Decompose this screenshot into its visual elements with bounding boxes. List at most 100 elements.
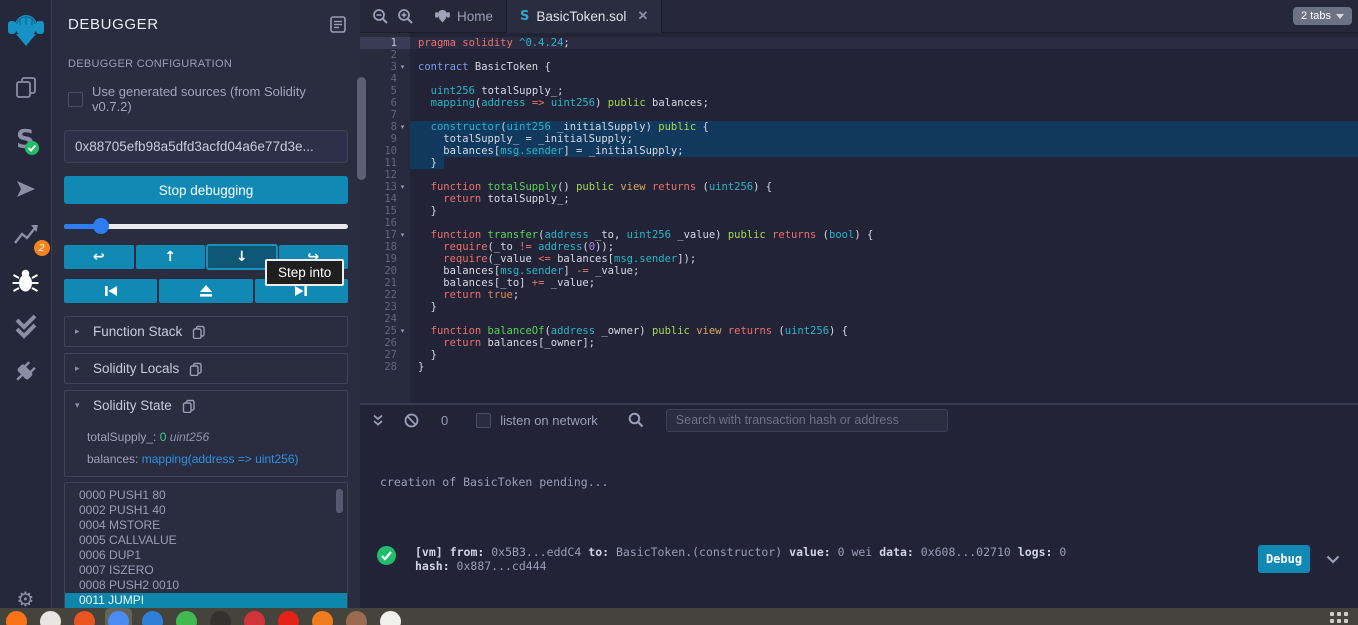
code-line[interactable]: balances[msg.sender] = _initialSupply; bbox=[410, 145, 1358, 157]
gutter-line-number[interactable]: 25▾ bbox=[360, 325, 410, 337]
gutter-line-number[interactable]: 10 bbox=[360, 145, 410, 157]
code-line[interactable] bbox=[410, 73, 1358, 85]
browser2-icon[interactable] bbox=[312, 611, 333, 625]
opcode-row[interactable]: 0002 PUSH1 40 bbox=[65, 503, 347, 518]
gutter-line-number[interactable]: 8▾ bbox=[360, 121, 410, 133]
fold-arrow-icon[interactable]: ▾ bbox=[397, 231, 408, 239]
code-line[interactable]: constructor(uint256 _initialSupply) publ… bbox=[410, 121, 1358, 133]
gutter-line-number[interactable]: 22 bbox=[360, 289, 410, 301]
function-stack-header[interactable]: ▸ Function Stack bbox=[65, 317, 347, 346]
gutter-line-number[interactable]: 21 bbox=[360, 277, 410, 289]
sidebar-item-plugin-manager[interactable] bbox=[6, 356, 46, 388]
fold-arrow-icon[interactable]: ▾ bbox=[397, 183, 408, 191]
code-line[interactable]: balances[msg.sender] -= _value; bbox=[410, 265, 1358, 277]
code-line[interactable]: return totalSupply_; bbox=[410, 193, 1358, 205]
code-line[interactable] bbox=[410, 313, 1358, 325]
opcode-row[interactable]: 0005 CALLVALUE bbox=[65, 533, 347, 548]
use-generated-sources-checkbox[interactable] bbox=[68, 92, 83, 107]
tab-basictoken-sol[interactable]: S BasicToken.sol ✕ bbox=[506, 0, 662, 33]
code-line[interactable]: } bbox=[410, 205, 1358, 217]
opcode-row[interactable]: 0011 JUMPI bbox=[65, 593, 347, 608]
gutter-line-number[interactable]: 3▾ bbox=[360, 61, 410, 73]
docker-icon[interactable] bbox=[244, 611, 265, 625]
expand-terminal-icon[interactable] bbox=[372, 414, 384, 427]
copy-icon[interactable] bbox=[189, 362, 202, 376]
library-icon[interactable] bbox=[346, 611, 367, 625]
sidebar-item-unit-testing[interactable] bbox=[6, 310, 46, 342]
gutter-line-number[interactable]: 9 bbox=[360, 133, 410, 145]
solidity-state-header[interactable]: ▾ Solidity State bbox=[65, 391, 347, 420]
code-line[interactable]: mapping(address => uint256) public balan… bbox=[410, 97, 1358, 109]
solidity-locals-header[interactable]: ▸ Solidity Locals bbox=[65, 354, 347, 383]
code-line[interactable]: balances[_to] += _value; bbox=[410, 277, 1358, 289]
zoom-out-button[interactable] bbox=[372, 8, 389, 25]
chrome-icon[interactable] bbox=[108, 611, 129, 625]
terminal-search-input[interactable] bbox=[666, 409, 948, 432]
step-over-back-button[interactable]: ↩ bbox=[64, 245, 134, 269]
gutter-line-number[interactable]: 15 bbox=[360, 205, 410, 217]
fold-arrow-icon[interactable]: ▾ bbox=[397, 63, 408, 71]
terminal-icon[interactable] bbox=[210, 611, 231, 625]
debug-tx-button[interactable]: Debug bbox=[1258, 545, 1310, 573]
gutter-line-number[interactable]: 23 bbox=[360, 301, 410, 313]
gutter-line-number[interactable]: 1 bbox=[360, 37, 410, 49]
copy-icon[interactable] bbox=[192, 325, 205, 339]
code-line[interactable]: return balances[_owner]; bbox=[410, 337, 1358, 349]
remix-logo[interactable] bbox=[6, 4, 46, 56]
gutter-line-number[interactable]: 14 bbox=[360, 193, 410, 205]
gutter-line-number[interactable]: 27 bbox=[360, 349, 410, 361]
opcode-row[interactable]: 0004 MSTORE bbox=[65, 518, 347, 533]
firefox-icon[interactable] bbox=[6, 611, 27, 625]
opcode-row[interactable]: 0006 DUP1 bbox=[65, 548, 347, 563]
code-line[interactable]: require(_to != address(0)); bbox=[410, 241, 1358, 253]
gutter-line-number[interactable]: 16 bbox=[360, 217, 410, 229]
stop-debugging-button[interactable]: Stop debugging bbox=[64, 176, 348, 204]
opcode-row[interactable]: 0000 PUSH1 80 bbox=[65, 488, 347, 503]
gutter-line-number[interactable]: 12 bbox=[360, 169, 410, 181]
jump-previous-breakpoint-button[interactable] bbox=[64, 279, 157, 303]
code-line[interactable] bbox=[410, 49, 1358, 61]
code-line[interactable]: } bbox=[410, 157, 1358, 169]
transaction-log-row[interactable]: [vm]from: 0x5B3...eddC4to: BasicToken.(c… bbox=[376, 545, 1288, 573]
media-icon[interactable] bbox=[176, 611, 197, 625]
debug-slider[interactable] bbox=[64, 218, 348, 234]
code-line[interactable]: } bbox=[410, 361, 1358, 373]
slider-knob[interactable] bbox=[93, 218, 109, 234]
opcode-row[interactable]: 0008 PUSH2 0010 bbox=[65, 578, 347, 593]
code-line[interactable]: } bbox=[410, 301, 1358, 313]
gutter-line-number[interactable]: 17▾ bbox=[360, 229, 410, 241]
debugger-doc-icon[interactable] bbox=[330, 16, 346, 33]
code-line[interactable]: function totalSupply() public view retur… bbox=[410, 181, 1358, 193]
gutter-line-number[interactable]: 2 bbox=[360, 49, 410, 61]
code-line[interactable] bbox=[410, 169, 1358, 181]
text-editor-icon[interactable] bbox=[40, 611, 61, 625]
sidebar-item-solidity-compiler[interactable]: S bbox=[6, 118, 46, 162]
gutter-line-number[interactable]: 6 bbox=[360, 97, 410, 109]
snap-store-icon[interactable] bbox=[380, 611, 401, 625]
code-line[interactable]: function transfer(address _to, uint256 _… bbox=[410, 229, 1358, 241]
tx-expand-chevron-icon[interactable] bbox=[1326, 549, 1340, 568]
fold-arrow-icon[interactable]: ▾ bbox=[397, 123, 408, 131]
code-line[interactable]: require(_value <= balances[msg.sender]); bbox=[410, 253, 1358, 265]
code-line[interactable]: contract BasicToken { bbox=[410, 61, 1358, 73]
close-tab-icon[interactable]: ✕ bbox=[637, 8, 648, 24]
gutter-line-number[interactable]: 19 bbox=[360, 253, 410, 265]
gutter-line-number[interactable]: 24 bbox=[360, 313, 410, 325]
software-center-icon[interactable] bbox=[74, 611, 95, 625]
code-line[interactable]: function balanceOf(address _owner) publi… bbox=[410, 325, 1358, 337]
step-back-button[interactable]: ↑ bbox=[136, 245, 206, 269]
gutter-line-number[interactable]: 5 bbox=[360, 85, 410, 97]
listen-on-network-checkbox[interactable] bbox=[476, 413, 491, 428]
sidebar-item-debugger[interactable] bbox=[6, 264, 46, 296]
gutter-line-number[interactable]: 28 bbox=[360, 361, 410, 373]
code-line[interactable]: return true; bbox=[410, 289, 1358, 301]
code-line[interactable]: uint256 totalSupply_; bbox=[410, 85, 1358, 97]
vscode-icon[interactable] bbox=[142, 611, 163, 625]
show-applications-icon[interactable] bbox=[1330, 612, 1348, 625]
tabs-count-dropdown[interactable]: 2 tabs bbox=[1293, 7, 1352, 25]
sidebar-item-static-analysis[interactable]: 2 bbox=[6, 216, 46, 252]
sidebar-item-deploy-run[interactable] bbox=[6, 174, 46, 204]
gutter-line-number[interactable]: 4 bbox=[360, 73, 410, 85]
gutter-line-number[interactable]: 18 bbox=[360, 241, 410, 253]
opcodes-scrollbar[interactable] bbox=[336, 489, 343, 513]
